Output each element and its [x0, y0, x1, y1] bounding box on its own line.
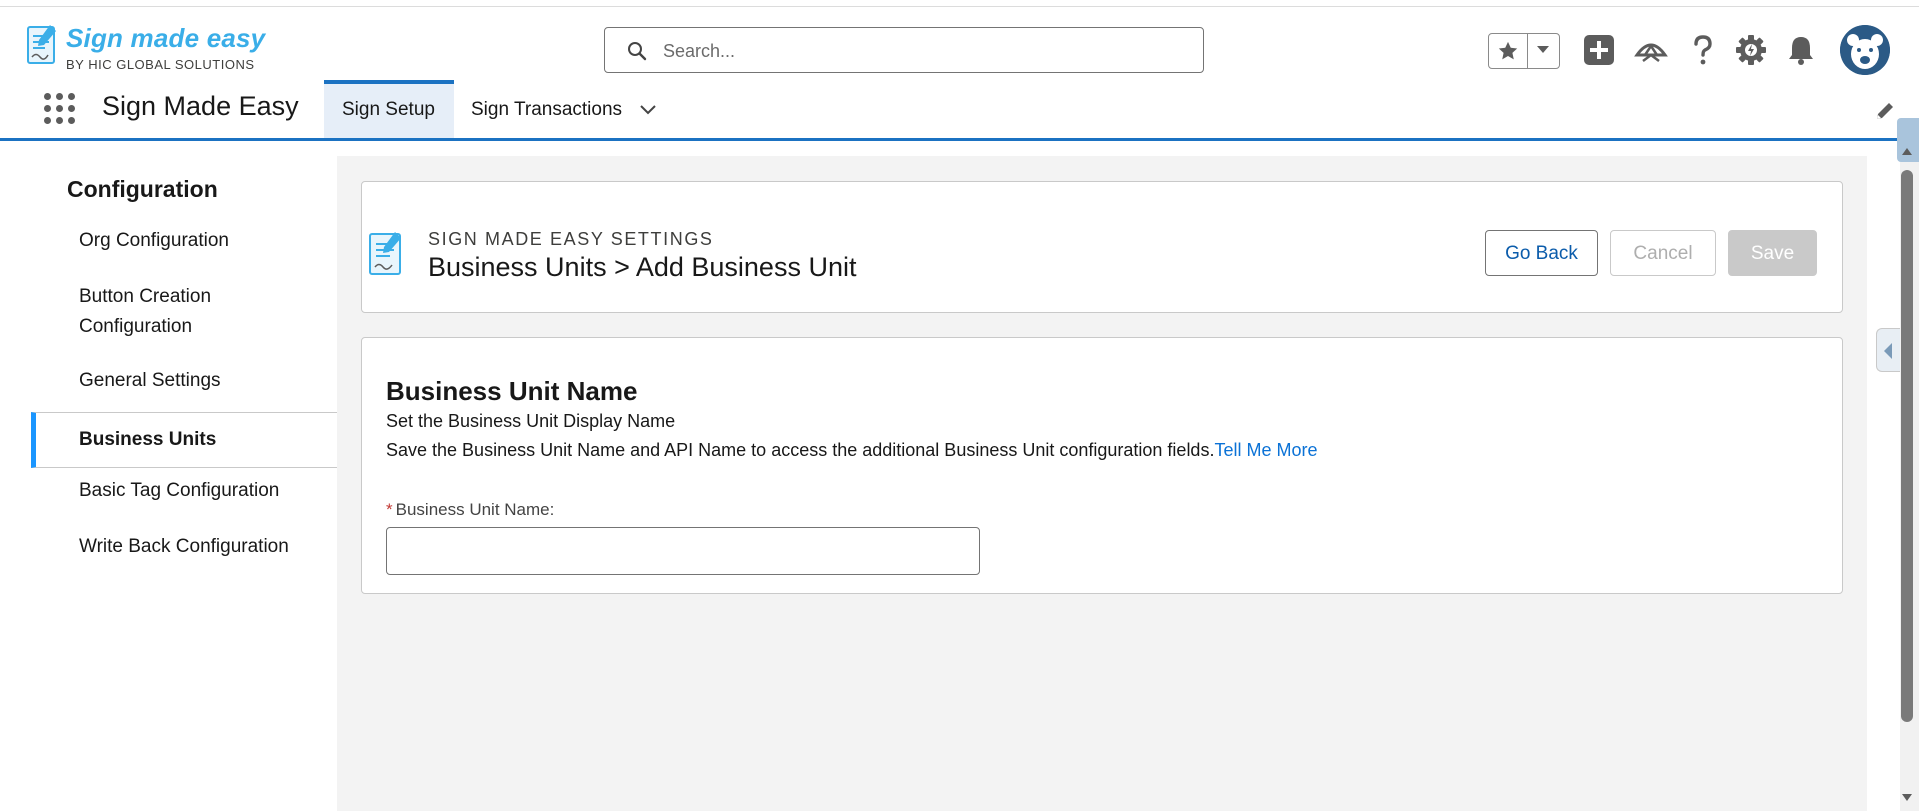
chevron-left-icon	[1884, 343, 1892, 359]
tab-sign-transactions[interactable]: Sign Transactions	[455, 80, 685, 138]
brand-logo[interactable]: Sign made easy BY HIC GLOBAL SOLUTIONS	[26, 23, 286, 73]
app-navigation-bar: Sign Made Easy Sign Setup Sign Transacti…	[0, 80, 1919, 141]
sidebar-item-org-configuration[interactable]: Org Configuration	[31, 226, 337, 256]
search-icon	[628, 42, 647, 61]
logo-title: Sign made easy	[66, 23, 266, 53]
sidebar-item-label: General Settings	[79, 370, 221, 391]
app-launcher-dot	[44, 105, 51, 112]
app-name: Sign Made Easy	[102, 91, 299, 121]
sidebar-item-basic-tag-configuration[interactable]: Basic Tag Configuration	[31, 476, 337, 506]
form-description: Save the Business Unit Name and API Name…	[386, 440, 1317, 461]
global-search[interactable]	[604, 27, 1204, 73]
cancel-button[interactable]: Cancel	[1610, 230, 1716, 276]
help-button[interactable]	[1686, 33, 1722, 69]
sidebar-fill	[31, 579, 337, 811]
business-unit-name-label: * Business Unit Name:	[386, 500, 554, 520]
add-icon	[1584, 35, 1614, 65]
required-marker: *	[386, 500, 393, 519]
page-title: Business Units > Add Business Unit	[428, 252, 857, 282]
top-rule	[0, 0, 1919, 7]
edit-nav-pencil-icon[interactable]	[1874, 100, 1896, 122]
global-actions-button[interactable]	[1582, 33, 1618, 69]
document-icon	[369, 232, 401, 275]
trailhead-button[interactable]	[1634, 33, 1670, 69]
app-launcher-dot	[68, 93, 75, 100]
business-unit-form-card: Business Unit Name Set the Business Unit…	[361, 337, 1843, 594]
bell-icon	[1789, 37, 1813, 65]
tab-label: Sign Transactions	[471, 99, 623, 120]
app-launcher-dot	[56, 93, 63, 100]
scroll-up-arrow-icon[interactable]	[1901, 146, 1913, 156]
global-header: Sign made easy BY HIC GLOBAL SOLUTIONS	[0, 7, 1919, 79]
favorites-button[interactable]	[1489, 34, 1528, 68]
favorites-list-button[interactable]	[1528, 34, 1559, 68]
chevron-down-icon[interactable]	[639, 104, 657, 116]
help-icon	[1694, 35, 1712, 65]
search-input[interactable]	[661, 36, 1185, 66]
sidebar-item-label: Button Creation Configuration	[79, 286, 212, 337]
business-unit-name-input[interactable]	[386, 527, 980, 575]
chevron-down-icon	[1537, 46, 1549, 53]
page-header-card: SIGN MADE EASY SETTINGS Business Units >…	[361, 181, 1843, 313]
logo-subtitle: BY HIC GLOBAL SOLUTIONS	[66, 57, 255, 72]
go-back-button[interactable]: Go Back	[1485, 230, 1598, 276]
sidebar-item-write-back-configuration[interactable]: Write Back Configuration	[31, 532, 337, 562]
app-launcher-dot	[44, 117, 51, 124]
tab-sign-setup[interactable]: Sign Setup	[324, 80, 454, 138]
sidebar-item-button-creation-configuration[interactable]: Button Creation Configuration	[31, 282, 251, 342]
scroll-down-arrow-icon[interactable]	[1901, 793, 1913, 803]
sidebar-item-label: Basic Tag Configuration	[79, 480, 280, 501]
page-eyebrow: SIGN MADE EASY SETTINGS	[428, 229, 714, 249]
document-logo-icon	[27, 25, 56, 64]
sidebar-title: Configuration	[67, 176, 218, 202]
tab-label: Sign Setup	[342, 99, 435, 120]
app-launcher-button[interactable]	[44, 93, 76, 125]
setup-gear-icon	[1736, 35, 1766, 65]
sidebar-item-label: Write Back Configuration	[79, 536, 289, 557]
avatar[interactable]	[1840, 25, 1890, 75]
user-avatar-icon	[1840, 25, 1890, 75]
tell-me-more-link[interactable]: Tell Me More	[1214, 440, 1317, 460]
favorites-button-group	[1488, 33, 1560, 69]
panel-collapse-button[interactable]	[1876, 328, 1900, 372]
form-title: Business Unit Name	[386, 376, 638, 406]
field-label-text: Business Unit Name:	[395, 500, 555, 519]
notifications-button[interactable]	[1784, 33, 1820, 69]
scrollbar-thumb[interactable]	[1901, 170, 1913, 722]
app-launcher-dot	[56, 105, 63, 112]
star-icon	[1498, 41, 1518, 60]
sidebar-item-business-units[interactable]: Business Units	[31, 412, 337, 468]
setup-button[interactable]	[1734, 33, 1770, 69]
app-launcher-dot	[44, 93, 51, 100]
save-button[interactable]: Save	[1728, 230, 1817, 276]
app-launcher-dot	[68, 117, 75, 124]
sidebar-item-label: Business Units	[79, 429, 217, 450]
app-launcher-dot	[56, 117, 63, 124]
sidebar-item-general-settings[interactable]: General Settings	[31, 366, 337, 396]
configuration-sidebar: Configuration Org Configuration Button C…	[31, 156, 337, 579]
form-subtitle: Set the Business Unit Display Name	[386, 411, 676, 431]
form-description-text: Save the Business Unit Name and API Name…	[386, 440, 1215, 460]
app-launcher-dot	[68, 105, 75, 112]
sidebar-item-label: Org Configuration	[79, 230, 229, 251]
trailhead-icon	[1634, 43, 1668, 62]
